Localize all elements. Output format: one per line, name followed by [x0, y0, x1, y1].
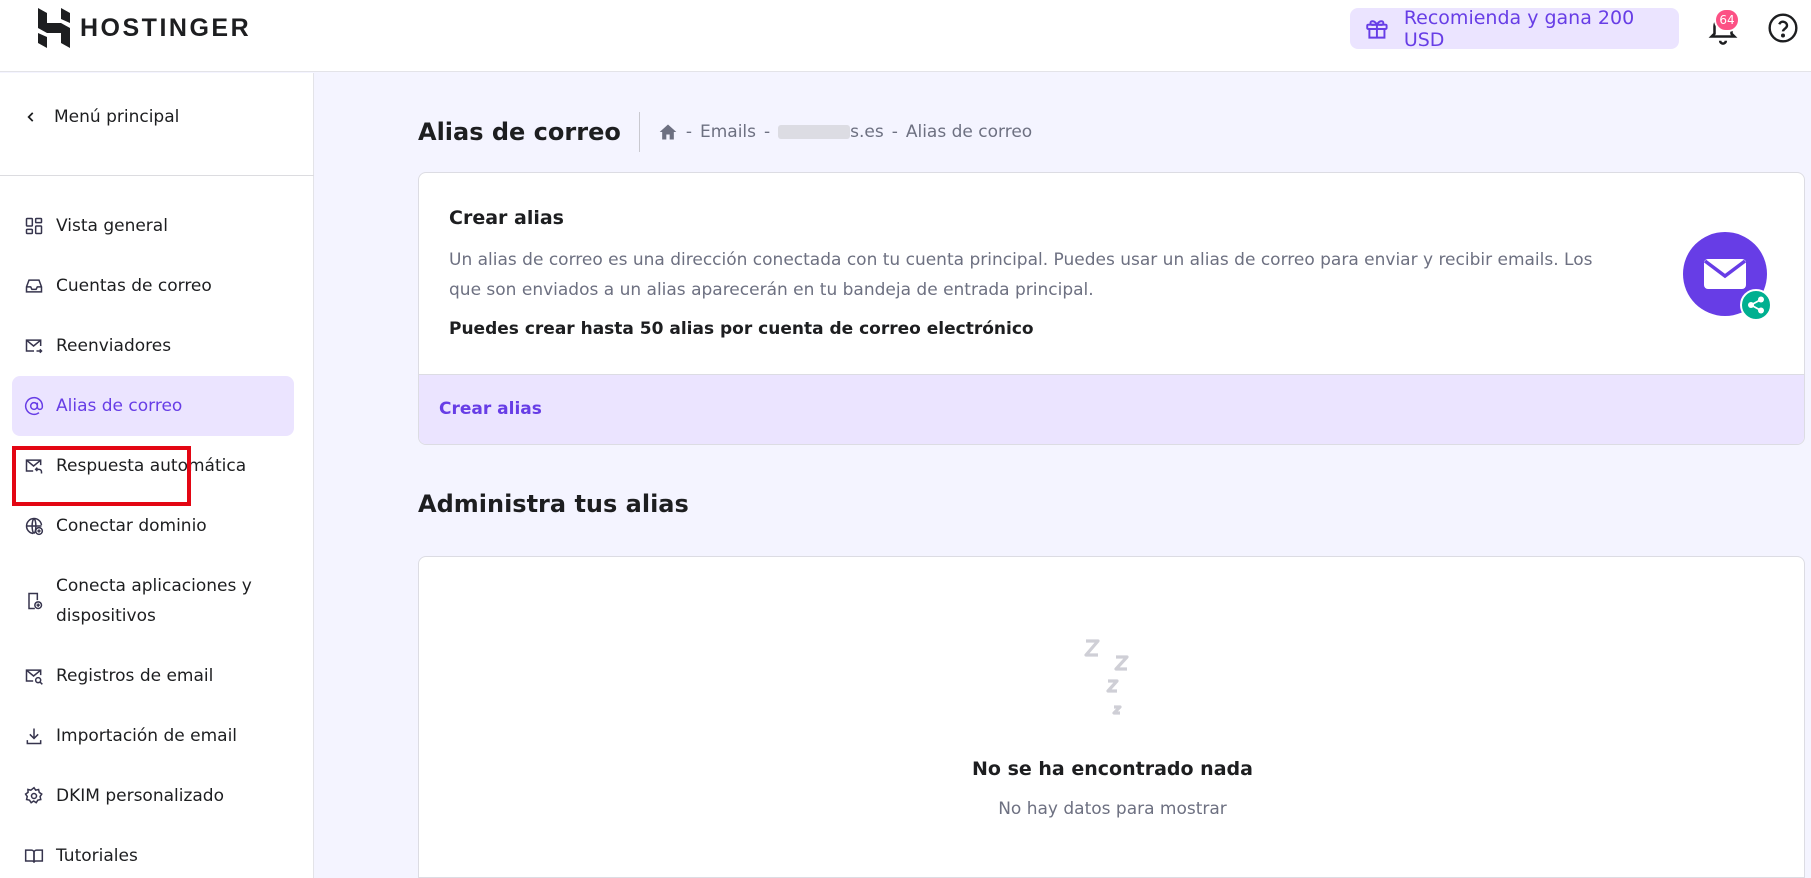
create-alias-footer: Crear alias	[419, 374, 1804, 444]
alias-limit-note: Puedes crear hasta 50 alias por cuenta d…	[449, 319, 1034, 339]
breadcrumb-emails[interactable]: Emails	[700, 122, 756, 142]
book-icon	[24, 849, 44, 863]
sidebar-item-importacion-de-email[interactable]: Importación de email	[12, 706, 294, 766]
sidebar-item-label: Registros de email	[56, 666, 214, 686]
sidebar-item-conecta-aplicaciones[interactable]: Conecta aplicaciones y dispositivos	[12, 556, 294, 646]
chevron-left-icon	[27, 112, 34, 122]
grid-icon	[25, 217, 43, 235]
sidebar-item-dkim-personalizado[interactable]: DKIM personalizado	[12, 766, 294, 826]
sidebar-item-label: Tutoriales	[56, 846, 138, 866]
sidebar-item-conectar-dominio[interactable]: Conectar dominio	[12, 496, 294, 556]
hostinger-logo[interactable]: HOSTINGER	[38, 8, 251, 48]
sidebar-item-reenviadores[interactable]: Reenviadores	[12, 316, 294, 376]
mail-search-icon	[25, 669, 43, 685]
breadcrumb-current: Alias de correo	[905, 122, 1033, 142]
sidebar-item-label: Respuesta automática	[56, 456, 247, 476]
create-alias-button[interactable]: Crear alias	[439, 399, 542, 419]
sidebar-nav: Vista general Cuentas de correo Reenviad…	[12, 196, 294, 878]
page-title: Alias de correo	[418, 112, 640, 152]
sidebar-item-tutoriales[interactable]: Tutoriales	[12, 826, 294, 878]
empty-state-title: No se ha encontrado nada	[972, 758, 1253, 780]
sidebar-item-vista-general[interactable]: Vista general	[12, 196, 294, 256]
sidebar-item-alias-de-correo[interactable]: Alias de correo	[12, 376, 294, 436]
inbox-icon	[25, 279, 43, 293]
home-icon[interactable]	[658, 122, 678, 142]
device-plus-icon	[28, 592, 43, 610]
refer-and-earn-button[interactable]: Recomienda y gana 200 USD	[1350, 6, 1679, 51]
page-header: Alias de correo - Emails - s.es - Alias …	[418, 112, 1032, 152]
sidebar-item-label: DKIM personalizado	[56, 786, 224, 806]
back-label: Menú principal	[54, 107, 180, 127]
breadcrumb: - Emails - s.es - Alias de correo	[640, 122, 1032, 142]
gift-icon	[1366, 19, 1388, 39]
notification-badge: 64	[1714, 8, 1740, 32]
refer-label: Recomienda y gana 200 USD	[1403, 6, 1635, 51]
empty-state-subtitle: No hay datos para mostrar	[998, 799, 1227, 819]
breadcrumb-separator: -	[764, 122, 771, 142]
help-icon[interactable]	[1767, 12, 1799, 44]
sidebar-item-label: Conecta aplicaciones y dispositivos	[56, 576, 252, 626]
back-to-main-menu[interactable]: Menú principal	[24, 107, 179, 127]
sidebar-item-label: Conectar dominio	[56, 516, 207, 536]
forward-mail-icon	[25, 339, 43, 354]
aliases-list-card: No se ha encontrado nada No hay datos pa…	[418, 556, 1805, 878]
sidebar-item-label: Vista general	[56, 216, 168, 236]
sidebar-item-cuentas-de-correo[interactable]: Cuentas de correo	[12, 256, 294, 316]
breadcrumb-domain-suffix: s.es	[850, 122, 884, 142]
sidebar-item-label: Importación de email	[56, 726, 238, 746]
gear-icon	[24, 786, 43, 804]
download-icon	[26, 728, 42, 745]
sidebar-item-registros-de-email[interactable]: Registros de email	[12, 646, 294, 706]
manage-aliases-title: Administra tus alias	[418, 490, 689, 518]
sidebar: Menú principal Vista general Cuentas de …	[0, 73, 314, 878]
sidebar-item-respuesta-automatica[interactable]: Respuesta automática	[12, 436, 294, 496]
logo-text: HOSTINGER	[80, 13, 252, 42]
create-alias-description: Un alias de correo es una dirección cone…	[449, 250, 1593, 300]
sidebar-item-label: Reenviadores	[56, 336, 172, 356]
top-bar: HOSTINGER Recomienda y gana 200 USD 64	[0, 0, 1811, 72]
hostinger-logo-icon	[38, 8, 70, 48]
sleeping-zzz-icon	[1084, 639, 1129, 715]
globe-plus-icon	[25, 517, 44, 536]
at-icon	[24, 396, 44, 416]
share-icon	[1748, 296, 1764, 314]
auto-reply-icon	[25, 459, 43, 474]
share-badge	[1740, 289, 1772, 321]
breadcrumb-separator: -	[685, 122, 692, 142]
redacted-domain	[778, 125, 851, 139]
create-alias-title: Crear alias	[449, 207, 564, 229]
breadcrumb-separator: -	[891, 122, 898, 142]
create-alias-card: Crear alias Un alias de correo es una di…	[418, 172, 1805, 445]
sidebar-divider	[0, 175, 314, 176]
sidebar-item-label: Cuentas de correo	[56, 276, 212, 296]
breadcrumb-domain[interactable]: s.es	[778, 122, 884, 142]
sidebar-item-label: Alias de correo	[56, 396, 183, 416]
